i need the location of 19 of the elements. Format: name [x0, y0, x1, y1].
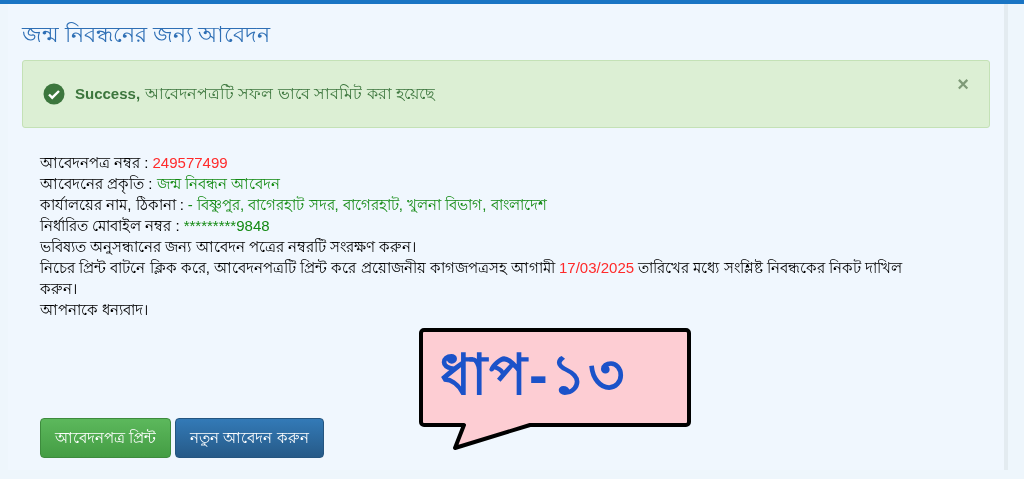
- new-application-button[interactable]: নতুন আবেদন করুন: [175, 418, 324, 458]
- print-button[interactable]: আবেদনপত্র প্রিন্ট: [40, 418, 172, 458]
- thanks-text: আপনাকে ধন্যবাদ।: [40, 300, 149, 320]
- alert-label: Success,: [75, 83, 141, 104]
- check-circle-icon: [43, 83, 65, 105]
- close-button[interactable]: ×: [957, 74, 969, 94]
- step-label: ধাপ-১৩: [440, 342, 626, 408]
- field-value: *********9848: [183, 216, 270, 236]
- field-label: আবেদনের প্রকৃতি :: [40, 174, 153, 194]
- field-value: - বিষ্ণুপুর, বাগেরহাট সদর, বাগেরহাট, খুলনা বিভাগ, বাংলাদেশ: [187, 195, 547, 215]
- instruction-text: নিচের প্রিন্ট বাটনে ক্লিক করে, আবেদনপত্রটি প্রিন্ট করে প্রয়োজনীয় কাগজপত্রসহ আগামী 17/03/2025 তারিখের মধ্যে সংশ্লিষ্ট নিবন্ধকের নিকট দাখিল করুন।: [40, 258, 904, 299]
- page-title: জন্ম নিবন্ধনের জন্য আবেদন: [22, 21, 271, 49]
- field-value: 249577499: [152, 153, 228, 173]
- field-label: কার্যালয়ের নাম, ঠিকানা :: [40, 195, 184, 215]
- alert-message: আবেদনপত্রটি সফল ভাবে সাবমিট করা হয়েছে: [145, 83, 436, 104]
- field-label: নির্ধারিত মোবাইল নম্বর :: [40, 216, 180, 236]
- field-label: আবেদনপত্র নম্বর :: [40, 153, 149, 173]
- field-value: জন্ম নিবন্ধন আবেদন: [156, 174, 280, 194]
- note-text: ভবিষ্যত অনুসন্ধানের জন্য আবেদন পত্রের নম্বরটি সংরক্ষণ করুন।: [40, 237, 417, 257]
